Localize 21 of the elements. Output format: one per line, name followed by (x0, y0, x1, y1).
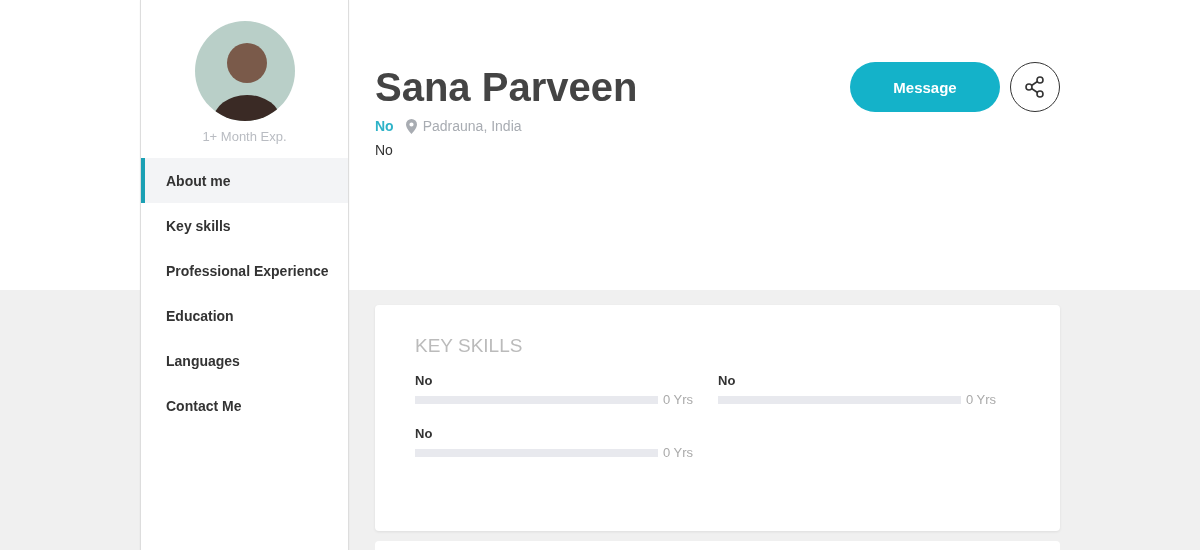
skill-years: 0 Yrs (663, 445, 694, 460)
skill-years: 0 Yrs (663, 392, 694, 407)
sidebar-item[interactable]: Contact Me (141, 383, 348, 428)
profile-name: Sana Parveen (375, 64, 638, 111)
location-text: Padrauna, India (422, 118, 522, 134)
sidebar-item[interactable]: Professional Experience (141, 248, 348, 293)
section-title: KEY SKILLS (415, 335, 524, 357)
experience-label: 1+ Month Exp. (202, 129, 287, 144)
sidebar-item[interactable]: Languages (141, 338, 348, 383)
profile-headline: No (375, 142, 394, 158)
sidebar-item[interactable]: Education (141, 293, 348, 338)
sidebar-item[interactable]: About me (141, 158, 348, 203)
share-icon (1023, 75, 1047, 99)
sidebar-item[interactable]: Key skills (141, 203, 348, 248)
skill-years: 0 Yrs (966, 392, 997, 407)
profile-tag: No (375, 118, 394, 134)
skill-name: No (415, 373, 434, 388)
location-pin-icon (405, 118, 417, 134)
share-button[interactable] (1010, 62, 1060, 112)
skill-name: No (718, 373, 737, 388)
skill-name: No (415, 426, 434, 441)
